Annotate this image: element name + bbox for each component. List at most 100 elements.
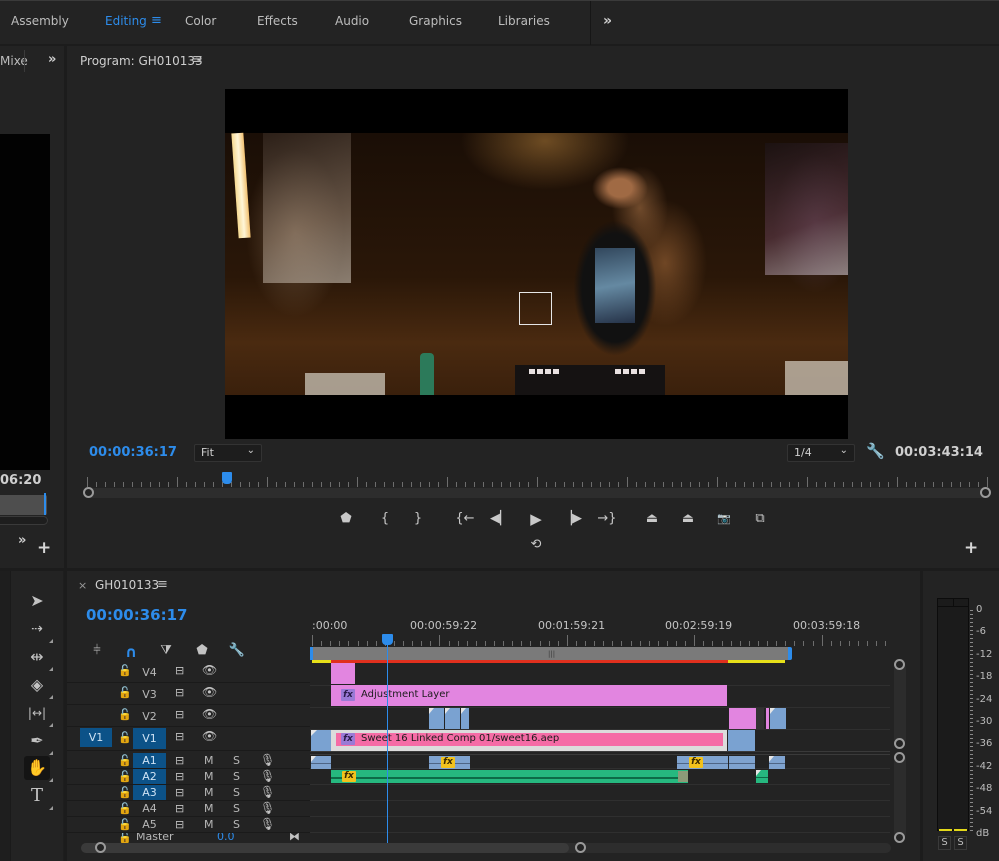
- mark-out-button[interactable]: }: [407, 510, 429, 528]
- extract-button[interactable]: ⏏: [677, 510, 699, 528]
- go-to-in-button[interactable]: {←: [454, 510, 476, 528]
- solo-button[interactable]: S: [233, 770, 240, 783]
- lock-icon[interactable]: 🔓: [118, 754, 132, 767]
- sequence-tab[interactable]: GH010133: [95, 578, 159, 592]
- track-name[interactable]: V2: [133, 707, 166, 726]
- add-marker-button[interactable]: ⬟: [193, 643, 211, 659]
- lock-icon[interactable]: 🔓: [118, 686, 132, 699]
- solo-button[interactable]: S: [233, 754, 240, 767]
- workspace-tab-color[interactable]: Color: [185, 14, 216, 28]
- timeline-tracks-area[interactable]: :00:00 00:00:59:22 00:01:59:21 00:02:59:…: [310, 614, 890, 846]
- microphone-icon[interactable]: 🎙: [260, 785, 275, 799]
- comparison-view-button[interactable]: ⧉: [749, 510, 771, 528]
- go-to-out-button[interactable]: →}: [596, 510, 618, 528]
- mute-button[interactable]: M: [204, 754, 214, 767]
- source-timecode[interactable]: 06:20: [0, 473, 41, 488]
- clip-v2-video[interactable]: [770, 708, 786, 729]
- timeline-current-timecode[interactable]: 00:00:36:17: [86, 606, 188, 624]
- solo-button[interactable]: S: [233, 802, 240, 815]
- track-name[interactable]: V4: [133, 663, 166, 682]
- timeline-playhead[interactable]: [382, 634, 393, 645]
- hand-tool[interactable]: ✋: [24, 756, 53, 782]
- work-area-grip[interactable]: |||: [548, 650, 555, 658]
- lock-icon[interactable]: 🔓: [118, 802, 132, 815]
- clip-v1-video[interactable]: [728, 730, 755, 751]
- add-marker-button[interactable]: ⬟: [335, 510, 357, 528]
- clip-v4-adjustment[interactable]: [331, 663, 355, 684]
- source-playhead[interactable]: [44, 493, 46, 515]
- work-area-out-handle[interactable]: [788, 647, 792, 660]
- clip-a1-audio[interactable]: [769, 756, 785, 769]
- hamburger-menu-icon[interactable]: ≡: [192, 52, 203, 67]
- source-patch-v1[interactable]: V1: [80, 728, 112, 747]
- microphone-icon[interactable]: 🎙: [260, 769, 275, 783]
- nest-toggle-button[interactable]: ⫩: [88, 643, 106, 659]
- slip-tool[interactable]: |↔|: [24, 701, 53, 727]
- mute-button[interactable]: M: [204, 786, 214, 799]
- scroll-handle-right[interactable]: [575, 842, 586, 853]
- track-name[interactable]: A2: [133, 769, 166, 784]
- scroll-handle-top[interactable]: [894, 752, 905, 763]
- solo-button[interactable]: S: [233, 818, 240, 831]
- lock-icon[interactable]: 🔓: [118, 664, 132, 677]
- clip-v2-video[interactable]: [445, 708, 460, 729]
- scroll-handle-bottom[interactable]: [894, 832, 905, 843]
- clip-v1-video[interactable]: [311, 730, 331, 751]
- transform-box[interactable]: [519, 292, 552, 325]
- video-tracks-scrollbar[interactable]: [894, 659, 906, 749]
- microphone-icon[interactable]: 🎙: [260, 753, 275, 767]
- lock-icon[interactable]: 🔓: [118, 770, 132, 783]
- clip-adjustment-layer[interactable]: fx Adjustment Layer: [331, 685, 727, 706]
- workspace-tab-graphics[interactable]: Graphics: [409, 14, 462, 28]
- scroll-handle-left[interactable]: [95, 842, 106, 853]
- clip-a1-audio[interactable]: [311, 756, 331, 769]
- linked-selection-button[interactable]: ⧩: [157, 643, 175, 659]
- sync-lock-icon[interactable]: ⊟: [175, 708, 184, 721]
- master-bounds-icon[interactable]: ⧓: [289, 833, 300, 843]
- hamburger-menu-icon[interactable]: ≡: [157, 577, 168, 592]
- ripple-edit-tool[interactable]: ⇹: [24, 645, 53, 671]
- program-current-timecode[interactable]: 00:00:36:17: [89, 445, 177, 460]
- scroll-handle-bottom[interactable]: [894, 738, 905, 749]
- audio-tracks-scrollbar[interactable]: [894, 752, 906, 843]
- clip-v2-adjustment[interactable]: [766, 708, 769, 729]
- clip-v2-video[interactable]: [461, 708, 469, 729]
- program-playhead[interactable]: [222, 472, 233, 484]
- source-zoom-scrollbar[interactable]: [0, 516, 48, 525]
- eye-icon[interactable]: 👁: [202, 685, 217, 699]
- clip-a1-audio[interactable]: fx: [677, 756, 728, 769]
- track-name[interactable]: V1: [133, 728, 166, 749]
- workspace-tab-assembly[interactable]: Assembly: [11, 14, 69, 28]
- work-area-bar[interactable]: |||: [312, 647, 789, 660]
- track-name[interactable]: A1: [133, 753, 166, 768]
- hamburger-menu-icon[interactable]: ≡: [151, 13, 162, 28]
- plus-icon[interactable]: +: [37, 538, 51, 558]
- step-back-button[interactable]: ◀▏: [489, 510, 511, 528]
- track-name[interactable]: V3: [133, 685, 166, 704]
- toggle-proxies-button[interactable]: ⟲: [525, 536, 547, 554]
- plus-icon[interactable]: +: [964, 538, 978, 558]
- peak-indicator[interactable]: [937, 598, 969, 607]
- wrench-icon[interactable]: 🔧: [866, 442, 885, 460]
- workspace-tab-editing[interactable]: Editing: [105, 14, 147, 28]
- clip-linked-comp[interactable]: fx Sweet 16 Linked Comp 01/sweet16.aep: [331, 730, 727, 751]
- program-zoom-scrollbar[interactable]: [83, 487, 991, 498]
- wrench-icon[interactable]: 🔧: [228, 643, 246, 659]
- solo-right-button[interactable]: S: [954, 836, 967, 850]
- timeline-horizontal-scrollbar[interactable]: [81, 842, 891, 853]
- scroll-handle-top[interactable]: [894, 659, 905, 670]
- sync-lock-icon[interactable]: ⊟: [175, 770, 184, 783]
- work-area-in-handle[interactable]: [310, 647, 313, 660]
- program-video-frame[interactable]: [225, 89, 848, 439]
- sync-lock-icon[interactable]: ⊟: [175, 802, 184, 815]
- scroll-thumb[interactable]: [81, 843, 569, 853]
- sync-lock-icon[interactable]: ⊟: [175, 686, 184, 699]
- zoom-handle-right[interactable]: [980, 487, 991, 498]
- type-tool[interactable]: T: [24, 784, 53, 810]
- track-name[interactable]: A5: [133, 817, 166, 832]
- pen-tool[interactable]: ✒: [24, 729, 53, 755]
- snap-button[interactable]: ∩: [122, 643, 140, 661]
- workspace-tab-effects[interactable]: Effects: [257, 14, 298, 28]
- close-icon[interactable]: ×: [78, 579, 87, 592]
- zoom-level-select[interactable]: Fit ⌄: [194, 444, 262, 462]
